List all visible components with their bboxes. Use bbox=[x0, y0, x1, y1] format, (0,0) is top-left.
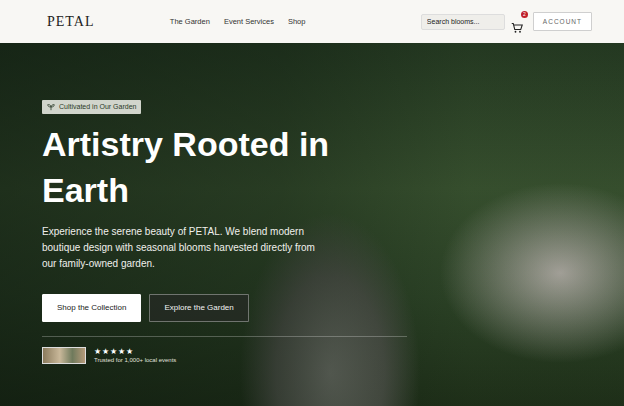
hero-title: Artistry Rooted in Earth bbox=[42, 122, 332, 214]
hero-buttons: Shop the Collection Explore the Garden bbox=[42, 294, 624, 322]
star-rating: ★★★★★ bbox=[94, 347, 176, 356]
rating-info: ★★★★★Trusted for 1,000+ local events bbox=[94, 347, 176, 365]
explore-button[interactable]: Explore the Garden bbox=[149, 294, 248, 322]
nav-link[interactable]: Shop bbox=[288, 16, 306, 27]
cart-count-badge: 2 bbox=[521, 11, 528, 18]
divider bbox=[42, 336, 407, 337]
shop-button[interactable]: Shop the Collection bbox=[42, 294, 141, 322]
logo[interactable]: PETAL bbox=[47, 11, 94, 32]
nav-link[interactable]: Event Services bbox=[224, 16, 274, 27]
account-button[interactable]: ACCOUNT bbox=[533, 12, 592, 32]
top-bar: PETAL The Garden Event Services Shop 2 ACCOUN… bbox=[0, 0, 624, 43]
hero-badge: Cultivated in Our Garden bbox=[42, 100, 141, 115]
nav-link[interactable]: The Garden bbox=[170, 16, 210, 27]
hero-text: Experience the serene beauty of PETAL. W… bbox=[42, 224, 317, 272]
cart-button[interactable]: 2 bbox=[511, 15, 525, 29]
rating-caption: Trusted for 1,000+ local events bbox=[94, 356, 176, 365]
sprout-icon bbox=[47, 103, 55, 111]
rating: ★★★★★Trusted for 1,000+ local events bbox=[42, 347, 624, 365]
search-field[interactable] bbox=[421, 14, 505, 30]
hero-badge-text: Cultivated in Our Garden bbox=[59, 102, 136, 113]
customer-photo bbox=[42, 347, 86, 364]
cart-icon bbox=[511, 22, 523, 34]
hero-section: Cultivated in Our Garden Artistry Rooted … bbox=[0, 43, 624, 406]
nav-links: The Garden Event Services Shop bbox=[94, 16, 420, 27]
